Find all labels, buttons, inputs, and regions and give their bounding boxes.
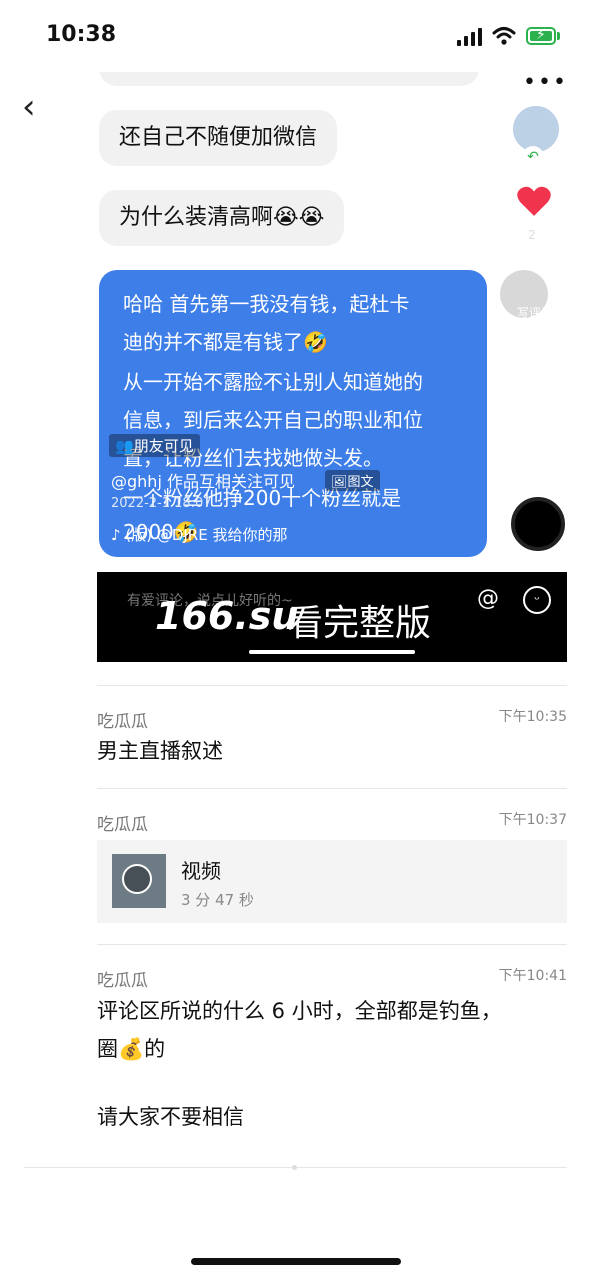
friends-visible-tag: 👥朋友可见: [109, 434, 200, 457]
message-time: 下午10:41: [498, 968, 567, 984]
blue-line-3: 从一开始不露脸不让别人知道她的: [123, 370, 423, 394]
post-date: 2022-2-1 18:07: [111, 496, 212, 511]
message-line-1[interactable]: 评论区所说的什么 6 小时，全部都是钓鱼，: [97, 992, 502, 1030]
friends-icon: 👥: [115, 437, 134, 455]
back-button[interactable]: ‹: [22, 90, 36, 124]
blue-line-2: 迪的并不都是有钱了🤣: [123, 330, 328, 354]
video-frame[interactable]: 还自己不随便加微信 为什么装清高啊😭😭 哈哈 首先第一我没有钱，起杜卡 迪的并不…: [97, 72, 567, 662]
video-thumbnail: [112, 854, 166, 908]
image-icon: 🖼: [331, 475, 348, 490]
video-duration: 3 分 47 秒: [181, 891, 254, 909]
home-indicator[interactable]: [191, 1258, 401, 1265]
battery-tip: [557, 32, 560, 40]
blue-line-1: 哈哈 首先第一我没有钱，起杜卡: [123, 292, 410, 316]
video-message-card[interactable]: 视频 3 分 47 秒: [97, 840, 567, 923]
share-label: 分享: [522, 464, 547, 478]
chat-bubble-1: 还自己不随便加微信: [99, 110, 338, 166]
music-line: ♪ (版) @DJRE 我给你的那: [111, 526, 288, 544]
watermark-domain: 166.su: [155, 594, 299, 638]
message-sender: 吃瓜瓜: [97, 815, 148, 835]
star-icon[interactable]: ★: [516, 334, 545, 372]
battery-icon: ⚡: [526, 27, 556, 45]
more-options-icon[interactable]: •••: [523, 72, 567, 95]
watermark-text: 看完整版: [287, 603, 432, 644]
message-text[interactable]: 男主直播叙述: [97, 732, 223, 770]
blue-line-4: 信息，到后来公开自己的职业和位: [123, 408, 423, 432]
like-count: 2: [528, 228, 536, 242]
heart-icon[interactable]: [517, 184, 551, 218]
message-sender: 吃瓜瓜: [97, 712, 148, 732]
wifi-icon: [492, 27, 516, 45]
comment-label: 写评论: [516, 306, 553, 320]
divider: [97, 788, 567, 789]
comment-bar: 有爱评论，说点儿好听的~ 166.su 看完整版 @ ᵕ: [97, 572, 567, 662]
message-time: 下午10:35: [498, 709, 567, 725]
share-icon[interactable]: ➦: [518, 412, 543, 447]
chat-bubble-2: 为什么装清高啊😭😭: [99, 190, 345, 246]
status-time: 10:38: [46, 22, 117, 47]
video-home-indicator: [249, 650, 415, 654]
music-disc-icon[interactable]: [511, 497, 565, 551]
message-line-4[interactable]: 请大家不要相信: [97, 1098, 244, 1136]
emoji-icon[interactable]: ᵕ: [523, 586, 551, 614]
message-sender: 吃瓜瓜: [97, 971, 148, 991]
photo-text-tag: 🖼图文: [325, 470, 380, 491]
end-dot: [292, 1165, 297, 1170]
video-title: 视频: [181, 859, 221, 883]
message-line-2[interactable]: 圈💰的: [97, 1030, 165, 1068]
at-icon[interactable]: @: [477, 586, 499, 611]
follow-icon[interactable]: ↶: [522, 146, 544, 168]
blue-message-bubble: 哈哈 首先第一我没有钱，起杜卡 迪的并不都是有钱了🤣 从一开始不露脸不让别人知道…: [99, 270, 487, 557]
signal-icon: [457, 28, 483, 46]
divider: [97, 685, 567, 686]
message-time: 下午10:37: [498, 812, 567, 828]
post-user-line: @ghhj 作品互相关注可见: [111, 472, 295, 491]
video-camera-icon: [122, 864, 152, 894]
partial-bubble: [99, 72, 479, 86]
favorite-label: 收藏: [522, 382, 547, 396]
divider: [97, 944, 567, 945]
